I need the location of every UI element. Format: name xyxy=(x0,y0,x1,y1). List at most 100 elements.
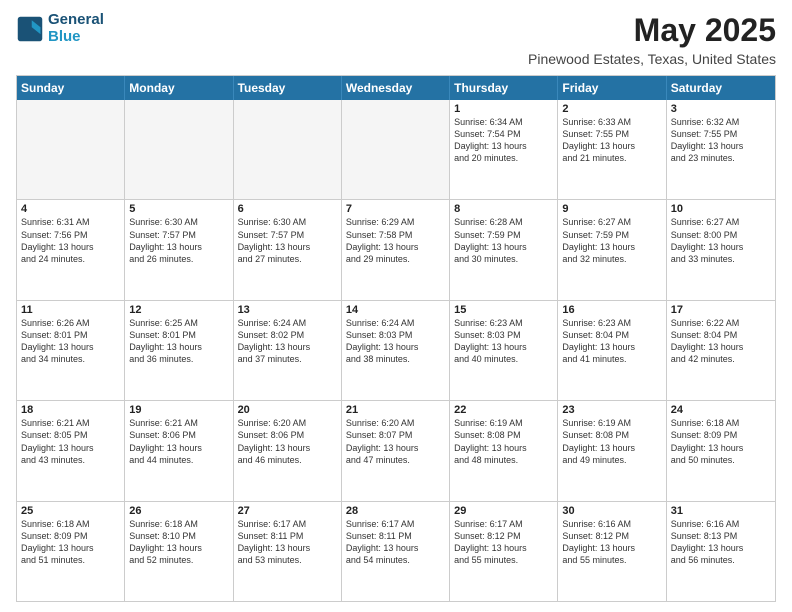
cal-cell: 19Sunrise: 6:21 AM Sunset: 8:06 PM Dayli… xyxy=(125,401,233,500)
cal-cell: 30Sunrise: 6:16 AM Sunset: 8:12 PM Dayli… xyxy=(558,502,666,601)
day-number: 26 xyxy=(129,505,228,517)
cal-cell: 31Sunrise: 6:16 AM Sunset: 8:13 PM Dayli… xyxy=(667,502,775,601)
day-number: 20 xyxy=(238,404,337,416)
cell-text: Sunrise: 6:19 AM Sunset: 8:08 PM Dayligh… xyxy=(454,417,553,466)
day-number: 25 xyxy=(21,505,120,517)
day-number: 5 xyxy=(129,203,228,215)
cell-text: Sunrise: 6:27 AM Sunset: 7:59 PM Dayligh… xyxy=(562,216,661,265)
cal-row-2: 11Sunrise: 6:26 AM Sunset: 8:01 PM Dayli… xyxy=(17,301,775,401)
day-number: 8 xyxy=(454,203,553,215)
cell-text: Sunrise: 6:20 AM Sunset: 8:06 PM Dayligh… xyxy=(238,417,337,466)
day-number: 13 xyxy=(238,304,337,316)
day-number: 18 xyxy=(21,404,120,416)
cell-text: Sunrise: 6:26 AM Sunset: 8:01 PM Dayligh… xyxy=(21,317,120,366)
cal-cell: 24Sunrise: 6:18 AM Sunset: 8:09 PM Dayli… xyxy=(667,401,775,500)
cell-text: Sunrise: 6:19 AM Sunset: 8:08 PM Dayligh… xyxy=(562,417,661,466)
day-number: 7 xyxy=(346,203,445,215)
cell-text: Sunrise: 6:29 AM Sunset: 7:58 PM Dayligh… xyxy=(346,216,445,265)
cal-cell xyxy=(234,100,342,199)
logo: General Blue xyxy=(16,12,104,45)
cal-cell: 12Sunrise: 6:25 AM Sunset: 8:01 PM Dayli… xyxy=(125,301,233,400)
cal-cell: 10Sunrise: 6:27 AM Sunset: 8:00 PM Dayli… xyxy=(667,200,775,299)
cell-text: Sunrise: 6:30 AM Sunset: 7:57 PM Dayligh… xyxy=(129,216,228,265)
day-number: 28 xyxy=(346,505,445,517)
day-number: 31 xyxy=(671,505,771,517)
day-number: 15 xyxy=(454,304,553,316)
cell-text: Sunrise: 6:24 AM Sunset: 8:03 PM Dayligh… xyxy=(346,317,445,366)
header: General Blue May 2025 Pinewood Estates, … xyxy=(16,12,776,67)
cell-text: Sunrise: 6:21 AM Sunset: 8:06 PM Dayligh… xyxy=(129,417,228,466)
cal-cell: 3Sunrise: 6:32 AM Sunset: 7:55 PM Daylig… xyxy=(667,100,775,199)
cal-cell: 26Sunrise: 6:18 AM Sunset: 8:10 PM Dayli… xyxy=(125,502,233,601)
day-number: 16 xyxy=(562,304,661,316)
cal-row-0: 1Sunrise: 6:34 AM Sunset: 7:54 PM Daylig… xyxy=(17,100,775,200)
cell-text: Sunrise: 6:30 AM Sunset: 7:57 PM Dayligh… xyxy=(238,216,337,265)
cal-cell: 8Sunrise: 6:28 AM Sunset: 7:59 PM Daylig… xyxy=(450,200,558,299)
day-number: 11 xyxy=(21,304,120,316)
day-number: 4 xyxy=(21,203,120,215)
day-number: 29 xyxy=(454,505,553,517)
cal-cell: 5Sunrise: 6:30 AM Sunset: 7:57 PM Daylig… xyxy=(125,200,233,299)
cal-cell xyxy=(342,100,450,199)
cal-cell: 1Sunrise: 6:34 AM Sunset: 7:54 PM Daylig… xyxy=(450,100,558,199)
header-day-friday: Friday xyxy=(558,76,666,100)
header-day-wednesday: Wednesday xyxy=(342,76,450,100)
cal-cell: 15Sunrise: 6:23 AM Sunset: 8:03 PM Dayli… xyxy=(450,301,558,400)
day-number: 10 xyxy=(671,203,771,215)
cal-cell: 28Sunrise: 6:17 AM Sunset: 8:11 PM Dayli… xyxy=(342,502,450,601)
cal-cell: 11Sunrise: 6:26 AM Sunset: 8:01 PM Dayli… xyxy=(17,301,125,400)
cal-cell: 17Sunrise: 6:22 AM Sunset: 8:04 PM Dayli… xyxy=(667,301,775,400)
cell-text: Sunrise: 6:27 AM Sunset: 8:00 PM Dayligh… xyxy=(671,216,771,265)
cal-cell: 20Sunrise: 6:20 AM Sunset: 8:06 PM Dayli… xyxy=(234,401,342,500)
header-day-tuesday: Tuesday xyxy=(234,76,342,100)
cal-cell: 21Sunrise: 6:20 AM Sunset: 8:07 PM Dayli… xyxy=(342,401,450,500)
cell-text: Sunrise: 6:24 AM Sunset: 8:02 PM Dayligh… xyxy=(238,317,337,366)
day-number: 22 xyxy=(454,404,553,416)
calendar-body: 1Sunrise: 6:34 AM Sunset: 7:54 PM Daylig… xyxy=(17,100,775,601)
day-number: 12 xyxy=(129,304,228,316)
cal-cell: 13Sunrise: 6:24 AM Sunset: 8:02 PM Dayli… xyxy=(234,301,342,400)
calendar: SundayMondayTuesdayWednesdayThursdayFrid… xyxy=(16,75,776,602)
cell-text: Sunrise: 6:17 AM Sunset: 8:11 PM Dayligh… xyxy=(238,518,337,567)
header-day-saturday: Saturday xyxy=(667,76,775,100)
cell-text: Sunrise: 6:28 AM Sunset: 7:59 PM Dayligh… xyxy=(454,216,553,265)
day-number: 2 xyxy=(562,103,661,115)
cal-row-3: 18Sunrise: 6:21 AM Sunset: 8:05 PM Dayli… xyxy=(17,401,775,501)
cell-text: Sunrise: 6:34 AM Sunset: 7:54 PM Dayligh… xyxy=(454,116,553,165)
cal-cell: 14Sunrise: 6:24 AM Sunset: 8:03 PM Dayli… xyxy=(342,301,450,400)
day-number: 17 xyxy=(671,304,771,316)
day-number: 23 xyxy=(562,404,661,416)
day-number: 30 xyxy=(562,505,661,517)
cell-text: Sunrise: 6:21 AM Sunset: 8:05 PM Dayligh… xyxy=(21,417,120,466)
cal-cell: 25Sunrise: 6:18 AM Sunset: 8:09 PM Dayli… xyxy=(17,502,125,601)
logo-icon xyxy=(16,15,44,43)
cal-cell: 4Sunrise: 6:31 AM Sunset: 7:56 PM Daylig… xyxy=(17,200,125,299)
cell-text: Sunrise: 6:25 AM Sunset: 8:01 PM Dayligh… xyxy=(129,317,228,366)
day-number: 19 xyxy=(129,404,228,416)
cell-text: Sunrise: 6:22 AM Sunset: 8:04 PM Dayligh… xyxy=(671,317,771,366)
cal-cell: 6Sunrise: 6:30 AM Sunset: 7:57 PM Daylig… xyxy=(234,200,342,299)
cell-text: Sunrise: 6:31 AM Sunset: 7:56 PM Dayligh… xyxy=(21,216,120,265)
main-title: May 2025 xyxy=(528,12,776,49)
logo-text: General Blue xyxy=(48,12,104,45)
cell-text: Sunrise: 6:23 AM Sunset: 8:04 PM Dayligh… xyxy=(562,317,661,366)
cell-text: Sunrise: 6:18 AM Sunset: 8:09 PM Dayligh… xyxy=(21,518,120,567)
cal-cell: 18Sunrise: 6:21 AM Sunset: 8:05 PM Dayli… xyxy=(17,401,125,500)
header-day-monday: Monday xyxy=(125,76,233,100)
cell-text: Sunrise: 6:18 AM Sunset: 8:10 PM Dayligh… xyxy=(129,518,228,567)
cell-text: Sunrise: 6:20 AM Sunset: 8:07 PM Dayligh… xyxy=(346,417,445,466)
cal-cell: 2Sunrise: 6:33 AM Sunset: 7:55 PM Daylig… xyxy=(558,100,666,199)
day-number: 6 xyxy=(238,203,337,215)
day-number: 1 xyxy=(454,103,553,115)
day-number: 27 xyxy=(238,505,337,517)
day-number: 21 xyxy=(346,404,445,416)
cell-text: Sunrise: 6:18 AM Sunset: 8:09 PM Dayligh… xyxy=(671,417,771,466)
cal-cell: 9Sunrise: 6:27 AM Sunset: 7:59 PM Daylig… xyxy=(558,200,666,299)
cell-text: Sunrise: 6:23 AM Sunset: 8:03 PM Dayligh… xyxy=(454,317,553,366)
title-section: May 2025 Pinewood Estates, Texas, United… xyxy=(528,12,776,67)
cell-text: Sunrise: 6:16 AM Sunset: 8:12 PM Dayligh… xyxy=(562,518,661,567)
cal-cell: 29Sunrise: 6:17 AM Sunset: 8:12 PM Dayli… xyxy=(450,502,558,601)
header-day-thursday: Thursday xyxy=(450,76,558,100)
header-day-sunday: Sunday xyxy=(17,76,125,100)
cal-cell: 16Sunrise: 6:23 AM Sunset: 8:04 PM Dayli… xyxy=(558,301,666,400)
